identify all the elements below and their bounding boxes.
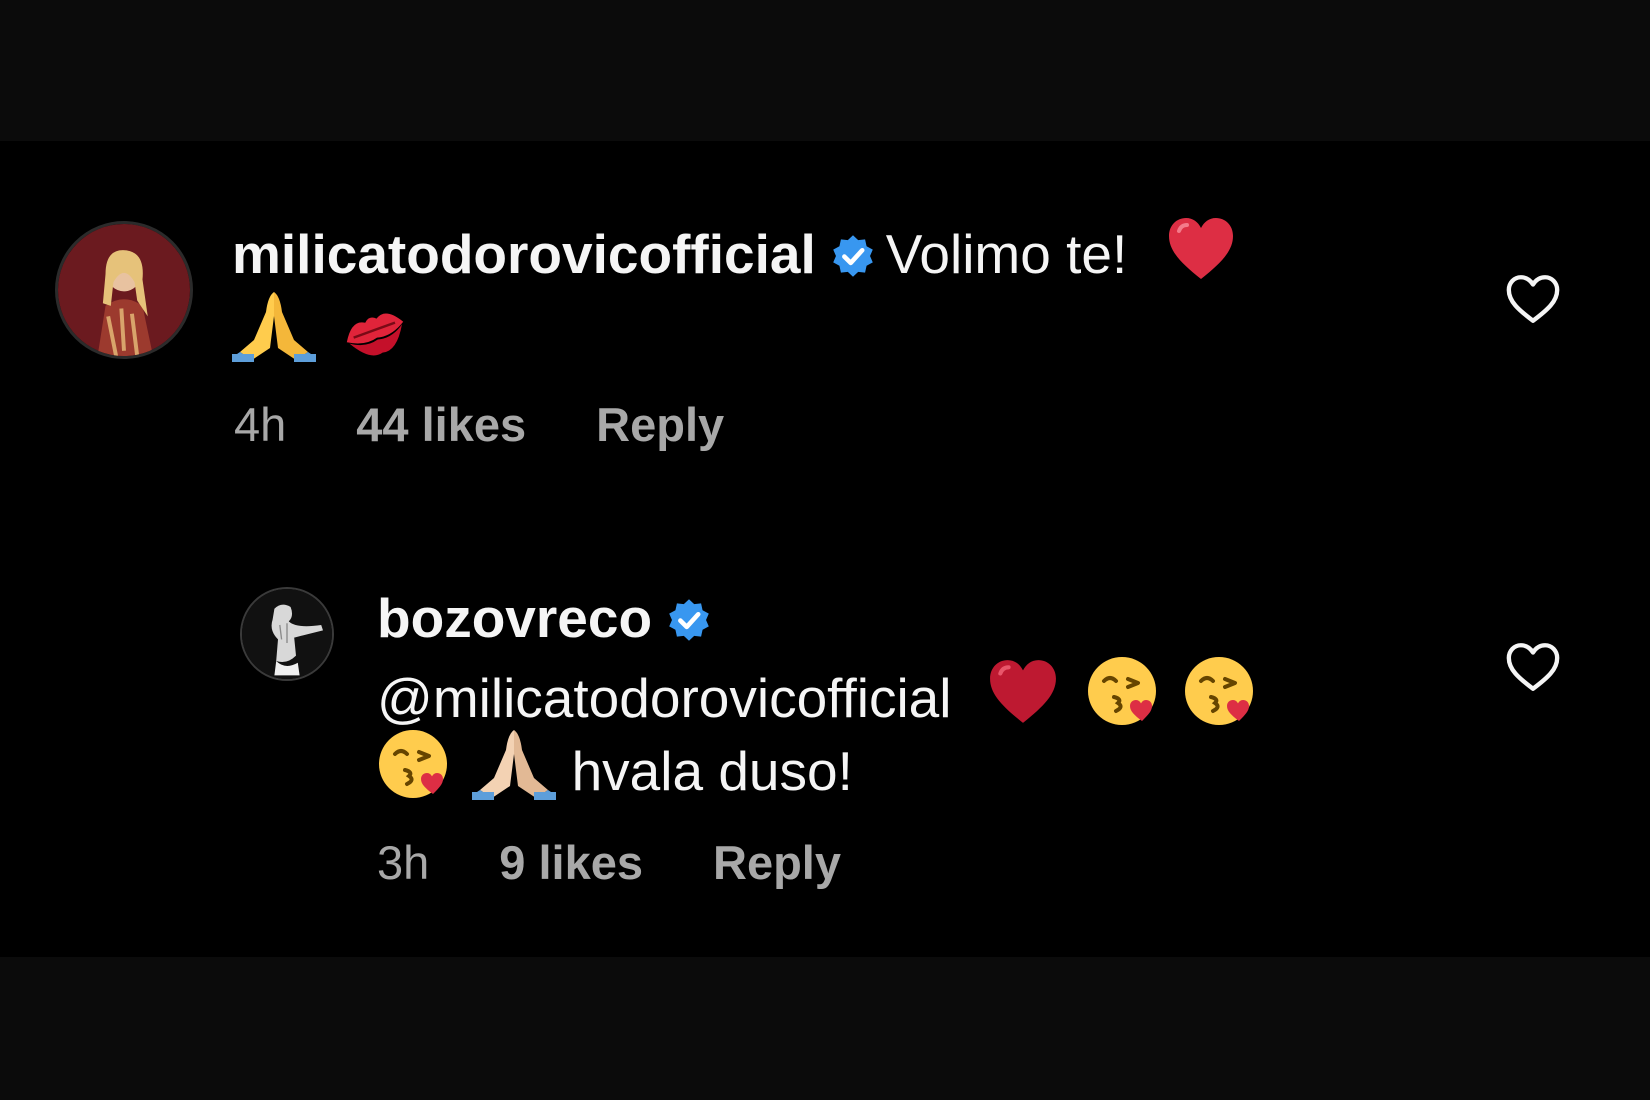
mention-link[interactable]: @milicatodorovicofficial xyxy=(377,667,951,729)
comment-timestamp: 4h xyxy=(234,398,287,451)
folded-hands-emoji-icon xyxy=(232,288,316,362)
top-letterbox xyxy=(0,0,1650,141)
reply-line-2: @milicatodorovicofficial xyxy=(377,655,1255,733)
like-heart-icon[interactable] xyxy=(1504,640,1562,694)
verified-badge-icon xyxy=(666,597,712,643)
comment-emoji-line xyxy=(232,288,409,368)
reply-button[interactable]: Reply xyxy=(713,836,841,889)
face-blowing-kiss-emoji-icon xyxy=(1086,655,1158,727)
folded-hands-emoji-icon xyxy=(472,726,557,800)
comment-text: Volimo te! xyxy=(885,223,1128,285)
avatar[interactable] xyxy=(55,221,193,359)
like-heart-icon[interactable] xyxy=(1504,272,1562,326)
comment-meta: 4h 44 likes Reply xyxy=(234,397,794,453)
comment-timestamp: 3h xyxy=(377,836,430,889)
comment-username[interactable]: milicatodorovicofficial xyxy=(232,223,816,285)
face-blowing-kiss-emoji-icon xyxy=(377,728,449,800)
comment-username[interactable]: bozovreco xyxy=(377,587,652,649)
red-heart-emoji-icon xyxy=(1165,215,1237,283)
comment-line-1: milicatodorovicofficial Volimo te! xyxy=(232,215,1237,289)
avatar-image xyxy=(58,224,190,356)
verified-badge-icon xyxy=(830,233,876,279)
kiss-mark-emoji-icon xyxy=(341,302,409,362)
reply-line-3: hvala duso! xyxy=(377,726,853,806)
likes-count[interactable]: 44 likes xyxy=(356,398,526,451)
red-heart-emoji-icon xyxy=(985,657,1061,727)
likes-count[interactable]: 9 likes xyxy=(499,836,643,889)
comment-meta: 3h 9 likes Reply xyxy=(377,835,911,891)
comment-text: hvala duso! xyxy=(571,740,853,802)
reply-line-1: bozovreco xyxy=(377,583,722,653)
reply-button[interactable]: Reply xyxy=(596,398,724,451)
avatar[interactable] xyxy=(240,587,334,681)
avatar-image xyxy=(242,589,332,679)
face-blowing-kiss-emoji-icon xyxy=(1183,655,1255,727)
bottom-letterbox xyxy=(0,957,1650,1100)
